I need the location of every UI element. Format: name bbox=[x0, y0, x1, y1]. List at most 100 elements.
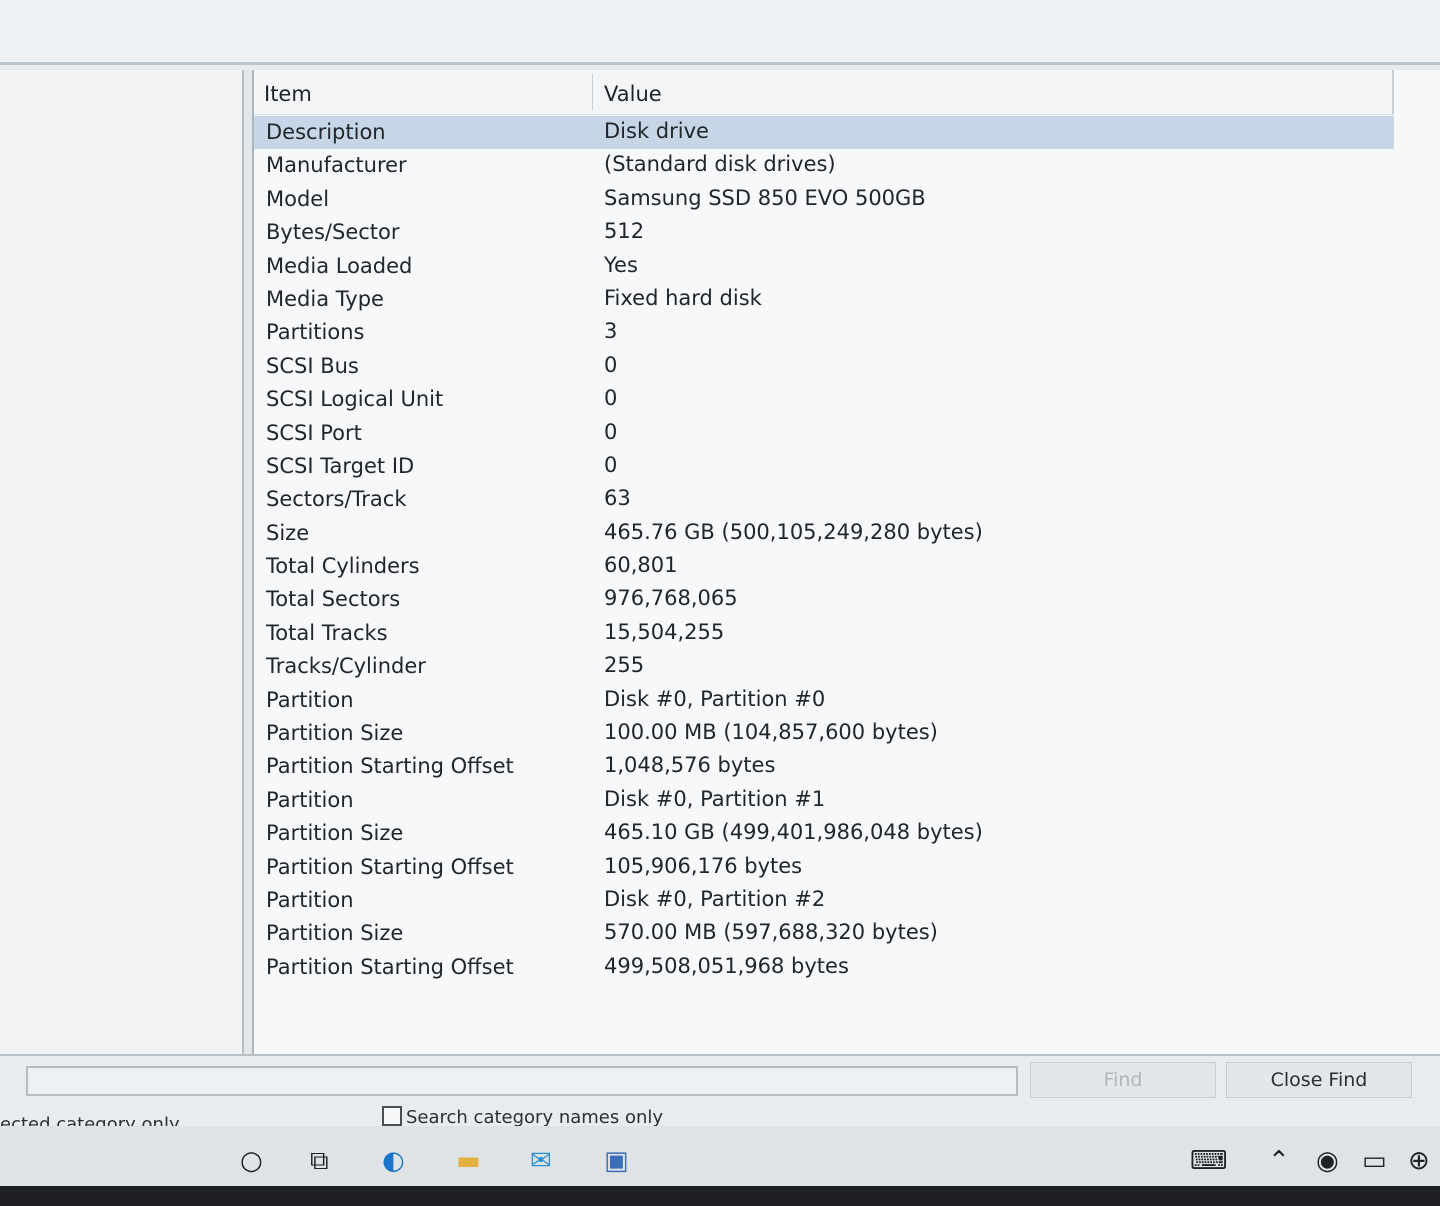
row-value: 465.10 GB (499,401,986,048 bytes) bbox=[604, 820, 983, 845]
list-row[interactable]: Total Sectors 976,768,065 bbox=[254, 583, 1394, 616]
row-value: 0 bbox=[604, 452, 618, 477]
row-item: Partition Starting Offset bbox=[266, 954, 514, 979]
task-view-icon[interactable]: ⧉ bbox=[310, 1146, 329, 1177]
row-item: Media Loaded bbox=[266, 253, 413, 278]
row-item: Total Cylinders bbox=[266, 554, 420, 579]
list-row[interactable]: Media Loaded Yes bbox=[254, 250, 1394, 283]
list-row[interactable]: SCSI Logical Unit 0 bbox=[254, 383, 1394, 416]
row-item: Partition Starting Offset bbox=[266, 754, 514, 779]
search-category-names-checkbox[interactable] bbox=[382, 1106, 402, 1126]
list-row[interactable]: SCSI Port 0 bbox=[254, 417, 1394, 450]
list-row[interactable]: Description Disk drive bbox=[254, 116, 1394, 150]
row-value: 15,504,255 bbox=[604, 619, 725, 644]
list-row[interactable]: Partition Size 465.10 GB (499,401,986,048… bbox=[254, 817, 1394, 850]
column-header-value[interactable]: Value bbox=[604, 82, 662, 106]
mail-icon[interactable]: ✉ bbox=[530, 1146, 552, 1176]
row-value: 0 bbox=[604, 419, 618, 444]
list-row[interactable]: SCSI Target ID 0 bbox=[254, 450, 1394, 483]
list-row[interactable]: Partition Disk #0, Partition #1 bbox=[254, 784, 1394, 817]
column-header-item[interactable]: Item bbox=[264, 82, 312, 106]
details-list-pane[interactable]: Item Value Description Disk drive Manufact… bbox=[252, 70, 1440, 1054]
file-explorer-icon[interactable]: ▬ bbox=[456, 1146, 481, 1176]
row-item: Partition Size bbox=[266, 921, 404, 946]
row-value: 63 bbox=[604, 486, 631, 511]
row-item: SCSI Bus bbox=[266, 353, 359, 378]
close-find-button[interactable]: Close Find bbox=[1226, 1062, 1412, 1098]
row-item: Partition Size bbox=[266, 821, 404, 846]
list-row[interactable]: Partition Starting Offset 105,906,176 byt… bbox=[254, 851, 1394, 884]
list-row[interactable]: Partition Size 570.00 MB (597,688,320 byt… bbox=[254, 917, 1394, 950]
list-row[interactable]: Partition Starting Offset 499,508,051,968… bbox=[254, 951, 1394, 984]
list-row[interactable]: Size 465.76 GB (500,105,249,280 bytes) bbox=[254, 517, 1394, 550]
row-item: Manufacturer bbox=[266, 153, 407, 178]
row-item: Size bbox=[266, 520, 310, 545]
list-row[interactable]: Partition Disk #0, Partition #2 bbox=[254, 884, 1394, 917]
row-item: Sectors/Track bbox=[266, 487, 407, 512]
list-row[interactable]: Tracks/Cylinder 255 bbox=[254, 650, 1394, 683]
list-row[interactable]: Partition Disk #0, Partition #0 bbox=[254, 684, 1394, 717]
list-row[interactable]: Media Type Fixed hard disk bbox=[254, 283, 1394, 316]
keyboard-icon[interactable]: ⌨ bbox=[1190, 1146, 1228, 1176]
row-item: SCSI Target ID bbox=[266, 453, 415, 478]
row-item: Media Type bbox=[266, 286, 384, 311]
row-item: Partitions bbox=[266, 320, 365, 345]
row-value: 465.76 GB (500,105,249,280 bytes) bbox=[604, 519, 983, 544]
network-icon[interactable]: ⊕ bbox=[1408, 1146, 1430, 1176]
window-top-area bbox=[0, 0, 1440, 62]
search-category-names-option[interactable]: Search category names only bbox=[382, 1106, 663, 1128]
battery-icon: ▭ bbox=[1362, 1146, 1387, 1176]
row-value: 0 bbox=[604, 352, 618, 377]
row-value: 570.00 MB (597,688,320 bytes) bbox=[604, 920, 938, 945]
category-tree-pane[interactable] bbox=[0, 70, 244, 1054]
row-value: Yes bbox=[604, 252, 638, 277]
row-value: 0 bbox=[604, 386, 618, 411]
row-value: Disk #0, Partition #1 bbox=[604, 786, 826, 811]
row-item: Model bbox=[266, 186, 330, 211]
list-row[interactable]: Sectors/Track 63 bbox=[254, 483, 1394, 516]
row-item: SCSI Port bbox=[266, 420, 362, 445]
window-top-border bbox=[0, 62, 1440, 65]
list-row[interactable]: Manufacturer (Standard disk drives) bbox=[254, 149, 1394, 182]
list-row[interactable]: Model Samsung SSD 850 EVO 500GB bbox=[254, 183, 1394, 216]
find-button[interactable]: Find bbox=[1030, 1062, 1216, 1098]
list-row[interactable]: Bytes/Sector 512 bbox=[254, 216, 1394, 249]
row-value: Fixed hard disk bbox=[604, 285, 762, 310]
details-rows: Description Disk drive Manufacturer (Standa… bbox=[254, 116, 1394, 984]
list-row[interactable]: Total Cylinders 60,801 bbox=[254, 550, 1394, 583]
row-value: 100.00 MB (104,857,600 bytes) bbox=[604, 720, 938, 745]
column-divider[interactable] bbox=[592, 74, 593, 110]
row-item: Total Tracks bbox=[266, 620, 388, 645]
meet-icon[interactable]: ◉ bbox=[1316, 1146, 1339, 1176]
search-circle-icon[interactable]: ○ bbox=[240, 1146, 263, 1176]
system-info-icon[interactable]: ▣ bbox=[604, 1146, 629, 1176]
row-value: (Standard disk drives) bbox=[604, 152, 836, 177]
list-row[interactable]: SCSI Bus 0 bbox=[254, 350, 1394, 383]
edge-icon[interactable]: ◐ bbox=[382, 1146, 405, 1176]
row-value: 3 bbox=[604, 319, 618, 344]
column-divider-end bbox=[1392, 70, 1394, 114]
list-row[interactable]: Partition Size 100.00 MB (104,857,600 byt… bbox=[254, 717, 1394, 750]
row-item: Description bbox=[266, 120, 386, 144]
row-item: SCSI Logical Unit bbox=[266, 387, 444, 412]
pane-splitter[interactable] bbox=[244, 70, 252, 1054]
column-header-row: Item Value bbox=[254, 70, 1394, 115]
row-value: 512 bbox=[604, 219, 645, 244]
row-item: Partition Starting Offset bbox=[266, 854, 514, 879]
list-row[interactable]: Total Tracks 15,504,255 bbox=[254, 617, 1394, 650]
search-category-names-label: Search category names only bbox=[406, 1107, 664, 1128]
row-item: Partition Size bbox=[266, 721, 404, 746]
chevron-up-icon[interactable]: ⌃ bbox=[1268, 1146, 1290, 1176]
row-value: 255 bbox=[604, 653, 645, 678]
row-value: 976,768,065 bbox=[604, 586, 738, 611]
list-row[interactable]: Partitions 3 bbox=[254, 316, 1394, 349]
row-item: Tracks/Cylinder bbox=[266, 654, 426, 679]
find-bar: Find Close Find ected category only Sear… bbox=[0, 1056, 1440, 1135]
find-what-input[interactable] bbox=[26, 1066, 1018, 1096]
screen-bezel bbox=[0, 1186, 1440, 1206]
row-value: Disk #0, Partition #2 bbox=[604, 886, 826, 911]
row-value: 105,906,176 bytes bbox=[604, 853, 803, 878]
row-value: Samsung SSD 850 EVO 500GB bbox=[604, 185, 926, 210]
list-row[interactable]: Partition Starting Offset 1,048,576 bytes bbox=[254, 750, 1394, 783]
row-item: Bytes/Sector bbox=[266, 220, 400, 245]
row-value: 1,048,576 bytes bbox=[604, 753, 776, 778]
